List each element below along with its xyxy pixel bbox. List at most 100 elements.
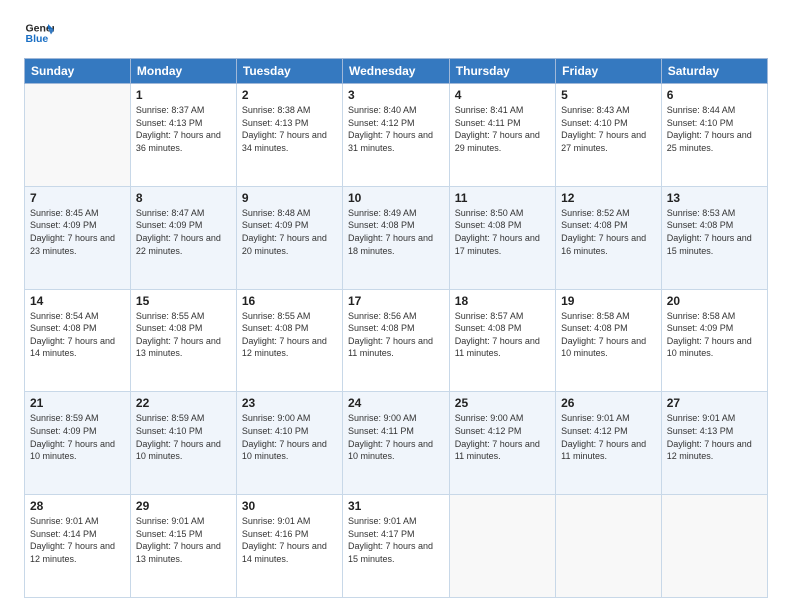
day-number: 14 [30, 294, 125, 308]
day-number: 20 [667, 294, 762, 308]
cell-details: Sunrise: 9:01 AMSunset: 4:16 PMDaylight:… [242, 516, 327, 564]
col-header-thursday: Thursday [449, 59, 555, 84]
cell-details: Sunrise: 8:56 AMSunset: 4:08 PMDaylight:… [348, 311, 433, 359]
day-number: 11 [455, 191, 550, 205]
day-number: 27 [667, 396, 762, 410]
calendar-cell: 12 Sunrise: 8:52 AMSunset: 4:08 PMDayligh… [556, 186, 662, 289]
day-number: 30 [242, 499, 337, 513]
cell-details: Sunrise: 9:00 AMSunset: 4:11 PMDaylight:… [348, 413, 433, 461]
cell-details: Sunrise: 8:55 AMSunset: 4:08 PMDaylight:… [242, 311, 327, 359]
calendar-cell: 30 Sunrise: 9:01 AMSunset: 4:16 PMDayligh… [236, 495, 342, 598]
cell-details: Sunrise: 8:55 AMSunset: 4:08 PMDaylight:… [136, 311, 221, 359]
day-number: 8 [136, 191, 231, 205]
day-number: 28 [30, 499, 125, 513]
col-header-monday: Monday [130, 59, 236, 84]
calendar-cell: 8 Sunrise: 8:47 AMSunset: 4:09 PMDaylight… [130, 186, 236, 289]
calendar-cell: 9 Sunrise: 8:48 AMSunset: 4:09 PMDaylight… [236, 186, 342, 289]
cell-details: Sunrise: 8:43 AMSunset: 4:10 PMDaylight:… [561, 105, 646, 153]
cell-details: Sunrise: 8:40 AMSunset: 4:12 PMDaylight:… [348, 105, 433, 153]
calendar-cell: 17 Sunrise: 8:56 AMSunset: 4:08 PMDayligh… [342, 289, 449, 392]
logo: General Blue [24, 18, 60, 48]
calendar-cell: 6Sunrise: 8:44 AMSunset: 4:10 PMDaylight… [661, 84, 767, 187]
cell-details: Sunrise: 8:48 AMSunset: 4:09 PMDaylight:… [242, 208, 327, 256]
day-number: 7 [30, 191, 125, 205]
day-number: 3 [348, 88, 444, 102]
cell-details: Sunrise: 8:50 AMSunset: 4:08 PMDaylight:… [455, 208, 540, 256]
svg-text:Blue: Blue [26, 33, 49, 45]
cell-details: Sunrise: 8:54 AMSunset: 4:08 PMDaylight:… [30, 311, 115, 359]
calendar-cell: 15 Sunrise: 8:55 AMSunset: 4:08 PMDayligh… [130, 289, 236, 392]
day-number: 1 [136, 88, 231, 102]
header: General Blue [24, 18, 768, 48]
calendar-cell: 31Sunrise: 9:01 AMSunset: 4:17 PMDayligh… [342, 495, 449, 598]
calendar-cell: 20 Sunrise: 8:58 AMSunset: 4:09 PMDayligh… [661, 289, 767, 392]
cell-details: Sunrise: 9:01 AMSunset: 4:14 PMDaylight:… [30, 516, 115, 564]
day-number: 5 [561, 88, 656, 102]
calendar-cell: 1 Sunrise: 8:37 AMSunset: 4:13 PMDaylight… [130, 84, 236, 187]
logo-icon: General Blue [24, 18, 54, 48]
day-number: 29 [136, 499, 231, 513]
calendar-cell: 14 Sunrise: 8:54 AMSunset: 4:08 PMDayligh… [25, 289, 131, 392]
calendar-week-row: 7 Sunrise: 8:45 AMSunset: 4:09 PMDaylight… [25, 186, 768, 289]
cell-details: Sunrise: 8:52 AMSunset: 4:08 PMDaylight:… [561, 208, 646, 256]
cell-details: Sunrise: 9:01 AMSunset: 4:13 PMDaylight:… [667, 413, 752, 461]
cell-details: Sunrise: 8:41 AMSunset: 4:11 PMDaylight:… [455, 105, 540, 153]
calendar-cell [449, 495, 555, 598]
day-number: 16 [242, 294, 337, 308]
day-number: 21 [30, 396, 125, 410]
cell-details: Sunrise: 9:01 AMSunset: 4:15 PMDaylight:… [136, 516, 221, 564]
calendar-cell: 7 Sunrise: 8:45 AMSunset: 4:09 PMDaylight… [25, 186, 131, 289]
col-header-sunday: Sunday [25, 59, 131, 84]
calendar-cell [556, 495, 662, 598]
calendar-week-row: 1 Sunrise: 8:37 AMSunset: 4:13 PMDaylight… [25, 84, 768, 187]
day-number: 12 [561, 191, 656, 205]
cell-details: Sunrise: 8:57 AMSunset: 4:08 PMDaylight:… [455, 311, 540, 359]
calendar-cell: 5 Sunrise: 8:43 AMSunset: 4:10 PMDaylight… [556, 84, 662, 187]
calendar-cell: 13 Sunrise: 8:53 AMSunset: 4:08 PMDayligh… [661, 186, 767, 289]
col-header-friday: Friday [556, 59, 662, 84]
calendar-cell: 21 Sunrise: 8:59 AMSunset: 4:09 PMDayligh… [25, 392, 131, 495]
day-number: 24 [348, 396, 444, 410]
cell-details: Sunrise: 8:45 AMSunset: 4:09 PMDaylight:… [30, 208, 115, 256]
cell-details: Sunrise: 8:38 AMSunset: 4:13 PMDaylight:… [242, 105, 327, 153]
calendar-cell: 27 Sunrise: 9:01 AMSunset: 4:13 PMDayligh… [661, 392, 767, 495]
calendar-cell: 29 Sunrise: 9:01 AMSunset: 4:15 PMDayligh… [130, 495, 236, 598]
col-header-tuesday: Tuesday [236, 59, 342, 84]
cell-details: Sunrise: 8:59 AMSunset: 4:10 PMDaylight:… [136, 413, 221, 461]
calendar-week-row: 28 Sunrise: 9:01 AMSunset: 4:14 PMDayligh… [25, 495, 768, 598]
col-header-saturday: Saturday [661, 59, 767, 84]
calendar-cell: 18Sunrise: 8:57 AMSunset: 4:08 PMDayligh… [449, 289, 555, 392]
day-number: 2 [242, 88, 337, 102]
cell-details: Sunrise: 8:37 AMSunset: 4:13 PMDaylight:… [136, 105, 221, 153]
calendar-cell: 16 Sunrise: 8:55 AMSunset: 4:08 PMDayligh… [236, 289, 342, 392]
calendar-cell: 26 Sunrise: 9:01 AMSunset: 4:12 PMDayligh… [556, 392, 662, 495]
cell-details: Sunrise: 9:00 AMSunset: 4:12 PMDaylight:… [455, 413, 540, 461]
cell-details: Sunrise: 8:49 AMSunset: 4:08 PMDaylight:… [348, 208, 433, 256]
calendar-week-row: 14 Sunrise: 8:54 AMSunset: 4:08 PMDayligh… [25, 289, 768, 392]
day-number: 15 [136, 294, 231, 308]
day-number: 22 [136, 396, 231, 410]
cell-details: Sunrise: 9:01 AMSunset: 4:12 PMDaylight:… [561, 413, 646, 461]
calendar-cell: 25 Sunrise: 9:00 AMSunset: 4:12 PMDayligh… [449, 392, 555, 495]
day-number: 4 [455, 88, 550, 102]
cell-details: Sunrise: 8:58 AMSunset: 4:09 PMDaylight:… [667, 311, 752, 359]
day-number: 17 [348, 294, 444, 308]
calendar-cell [661, 495, 767, 598]
day-number: 26 [561, 396, 656, 410]
cell-details: Sunrise: 8:53 AMSunset: 4:08 PMDaylight:… [667, 208, 752, 256]
day-number: 9 [242, 191, 337, 205]
day-number: 6 [667, 88, 762, 102]
day-number: 10 [348, 191, 444, 205]
calendar-cell [25, 84, 131, 187]
day-number: 25 [455, 396, 550, 410]
day-number: 31 [348, 499, 444, 513]
cell-details: Sunrise: 8:47 AMSunset: 4:09 PMDaylight:… [136, 208, 221, 256]
cell-details: Sunrise: 8:59 AMSunset: 4:09 PMDaylight:… [30, 413, 115, 461]
calendar-cell: 23Sunrise: 9:00 AMSunset: 4:10 PMDayligh… [236, 392, 342, 495]
day-number: 13 [667, 191, 762, 205]
calendar-cell: 10 Sunrise: 8:49 AMSunset: 4:08 PMDayligh… [342, 186, 449, 289]
day-number: 23 [242, 396, 337, 410]
calendar-cell: 2 Sunrise: 8:38 AMSunset: 4:13 PMDaylight… [236, 84, 342, 187]
calendar-week-row: 21 Sunrise: 8:59 AMSunset: 4:09 PMDayligh… [25, 392, 768, 495]
day-number: 19 [561, 294, 656, 308]
